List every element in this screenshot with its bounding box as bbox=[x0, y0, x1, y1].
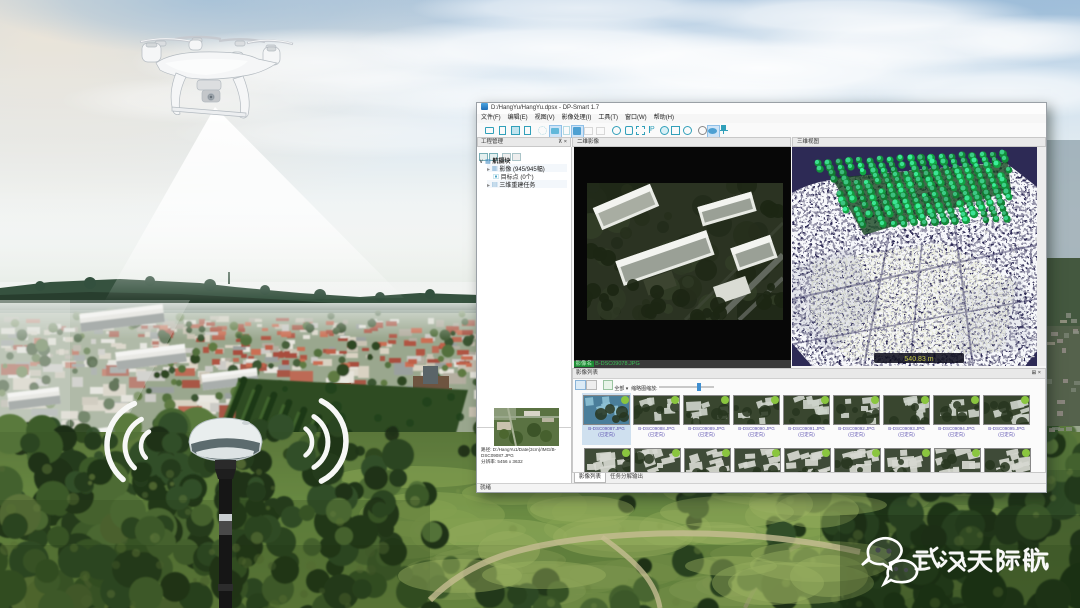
svg-text:540.83 m: 540.83 m bbox=[904, 356, 933, 363]
